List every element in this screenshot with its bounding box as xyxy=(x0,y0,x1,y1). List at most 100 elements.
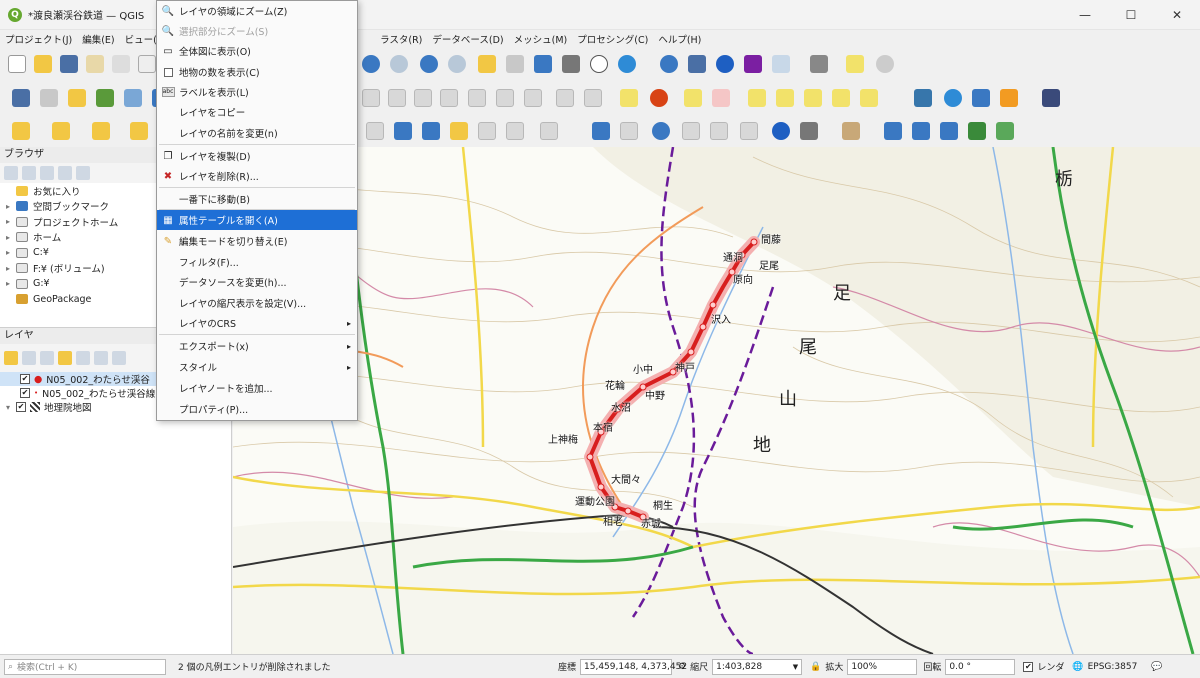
save-project-icon[interactable] xyxy=(60,55,78,73)
refresh-icon[interactable] xyxy=(22,166,36,180)
help-icon[interactable] xyxy=(1042,89,1060,107)
open-layer-styling-icon[interactable] xyxy=(4,351,18,365)
label-properties-icon[interactable] xyxy=(860,89,878,107)
processing-toolbox-icon[interactable] xyxy=(716,55,734,73)
manage-visibility-icon[interactable] xyxy=(40,351,54,365)
text-annotation-icon[interactable] xyxy=(540,122,558,140)
lock-extent-icon[interactable]: ⚙ xyxy=(678,662,686,672)
python-console-icon[interactable] xyxy=(914,89,932,107)
crs-globe-icon[interactable]: 🌐 xyxy=(1072,662,1083,672)
plugin-person-icon[interactable] xyxy=(1000,89,1018,107)
label-toolbar-icon[interactable] xyxy=(620,89,638,107)
copy-icon[interactable] xyxy=(496,89,514,107)
menu-add-layer-notes[interactable]: レイヤノートを追加... xyxy=(157,378,357,398)
add-feature-icon[interactable] xyxy=(414,89,432,107)
new-project-icon[interactable] xyxy=(8,55,26,73)
new-geopackage-icon[interactable] xyxy=(40,89,58,107)
zoom-to-coords-icon[interactable] xyxy=(652,122,670,140)
identify-icon[interactable] xyxy=(660,55,678,73)
move-point-icon[interactable] xyxy=(710,122,728,140)
menu-edit[interactable]: 編集(E) xyxy=(77,32,119,46)
annotation-marker-icon[interactable] xyxy=(450,122,468,140)
temporal-controller-icon[interactable] xyxy=(590,55,608,73)
highlight-label-icon[interactable] xyxy=(712,89,730,107)
attribute-table-icon[interactable] xyxy=(772,55,790,73)
annotation-icon[interactable] xyxy=(846,55,864,73)
annotation-text-icon[interactable] xyxy=(478,122,496,140)
filter-legend-icon[interactable] xyxy=(58,351,72,365)
select-by-value-icon[interactable] xyxy=(52,122,70,140)
menu-move-to-bottom[interactable]: 一番下に移動(B) xyxy=(157,189,357,209)
add-group-icon[interactable] xyxy=(22,351,36,365)
messages-icon[interactable]: 💬 xyxy=(1151,662,1162,672)
zoom-out-icon[interactable] xyxy=(390,55,408,73)
undo-icon[interactable] xyxy=(556,89,574,107)
filter-expression-icon[interactable] xyxy=(76,351,90,365)
collapse-all-icon[interactable] xyxy=(112,351,126,365)
magnifier-spinbox[interactable]: 100% xyxy=(847,658,918,675)
zoom-native-icon[interactable] xyxy=(506,55,524,73)
open-project-icon[interactable] xyxy=(34,55,52,73)
change-label-icon[interactable] xyxy=(832,89,850,107)
menu-show-in-overview[interactable]: ▭ 全体図に表示(O) xyxy=(157,41,357,61)
add-selected-layers-icon[interactable] xyxy=(4,166,18,180)
map-canvas[interactable]: 間藤 通洞 足尾 原向 沢入 神戸 小中 中野 花輪 水沼 本宿 上神梅 大間々… xyxy=(233,147,1200,654)
close-button[interactable]: ✕ xyxy=(1154,0,1200,30)
menu-remove-layer[interactable]: ✖ レイヤを削除(R)... xyxy=(157,166,357,186)
layer-visibility-checkbox[interactable]: ✔ xyxy=(20,374,30,384)
statistical-summary-icon[interactable] xyxy=(744,55,762,73)
add-point-icon[interactable] xyxy=(682,122,700,140)
style-manager-icon[interactable] xyxy=(138,55,156,73)
menu-duplicate-layer[interactable]: ❐ レイヤを複製(D) xyxy=(157,146,357,166)
show-hide-label-icon[interactable] xyxy=(748,89,766,107)
open-field-calculator-icon[interactable] xyxy=(688,55,706,73)
plugin-globe-icon[interactable] xyxy=(944,89,962,107)
info-icon[interactable] xyxy=(772,122,790,140)
rotate-label-icon[interactable] xyxy=(804,89,822,107)
menu-properties[interactable]: プロパティ(P)... xyxy=(157,399,357,419)
vertex-tool-icon[interactable] xyxy=(388,89,406,107)
new-bookmark-icon[interactable] xyxy=(562,55,580,73)
zoom-layer-icon[interactable] xyxy=(478,55,496,73)
menu-layer-crs[interactable]: レイヤのCRS ▸ xyxy=(157,313,357,333)
info-icon[interactable] xyxy=(76,166,90,180)
plugin-grid-map-icon[interactable] xyxy=(968,122,986,140)
menu-filter[interactable]: フィルタ(F)... xyxy=(157,252,357,272)
delete-feature-icon[interactable] xyxy=(440,89,458,107)
data-source-manager-icon[interactable] xyxy=(12,89,30,107)
refresh-icon[interactable] xyxy=(618,55,636,73)
menu-zoom-to-selection[interactable]: 🔍 選択部分にズーム(S) xyxy=(157,21,357,41)
add-raster-layer-icon[interactable] xyxy=(96,89,114,107)
pan-map-icon[interactable] xyxy=(740,122,758,140)
new-print-layout-icon[interactable] xyxy=(86,55,104,73)
menu-processing[interactable]: プロセシング(C) xyxy=(572,32,653,46)
menu-open-attribute-table[interactable]: ▦ 属性テーブルを開く(A) xyxy=(157,210,357,230)
maximize-button[interactable]: ☐ xyxy=(1108,0,1154,30)
plugin-grid-icon[interactable] xyxy=(972,89,990,107)
cut-icon[interactable] xyxy=(468,89,486,107)
paste-icon[interactable] xyxy=(524,89,542,107)
gps-icon[interactable] xyxy=(592,122,610,140)
zoom-in-icon[interactable] xyxy=(362,55,380,73)
menu-toggle-editing[interactable]: ✎ 編集モードを切り替え(E) xyxy=(157,231,357,251)
menu-rename-layer[interactable]: レイヤの名前を変更(n) xyxy=(157,123,357,143)
wrench-icon[interactable] xyxy=(800,122,818,140)
deselect-icon[interactable] xyxy=(92,122,110,140)
zoom-full-icon[interactable] xyxy=(420,55,438,73)
menu-project[interactable]: プロジェクト(J) xyxy=(0,32,77,46)
add-spatialite-icon[interactable] xyxy=(124,89,142,107)
menu-database[interactable]: データベース(D) xyxy=(427,32,508,46)
menu-copy-layer[interactable]: レイヤをコピー xyxy=(157,102,357,122)
menu-zoom-to-layer[interactable]: 🔍 レイヤの領域にズーム(Z) xyxy=(157,1,357,21)
zoom-selection-icon[interactable] xyxy=(448,55,466,73)
add-vector-layer-icon[interactable] xyxy=(68,89,86,107)
redo-icon[interactable] xyxy=(584,89,602,107)
crs-label[interactable]: EPSG:3857 xyxy=(1088,662,1138,672)
layer-visibility-checkbox[interactable]: ✔ xyxy=(16,402,26,412)
locator-search-box[interactable]: ⌕ 検索(Ctrl + K) xyxy=(4,658,166,675)
plugin-table-icon[interactable] xyxy=(996,122,1014,140)
kmz-icon[interactable] xyxy=(912,122,930,140)
pin-label-icon[interactable] xyxy=(684,89,702,107)
move-label-icon[interactable] xyxy=(776,89,794,107)
annotation-line-icon[interactable] xyxy=(394,122,412,140)
